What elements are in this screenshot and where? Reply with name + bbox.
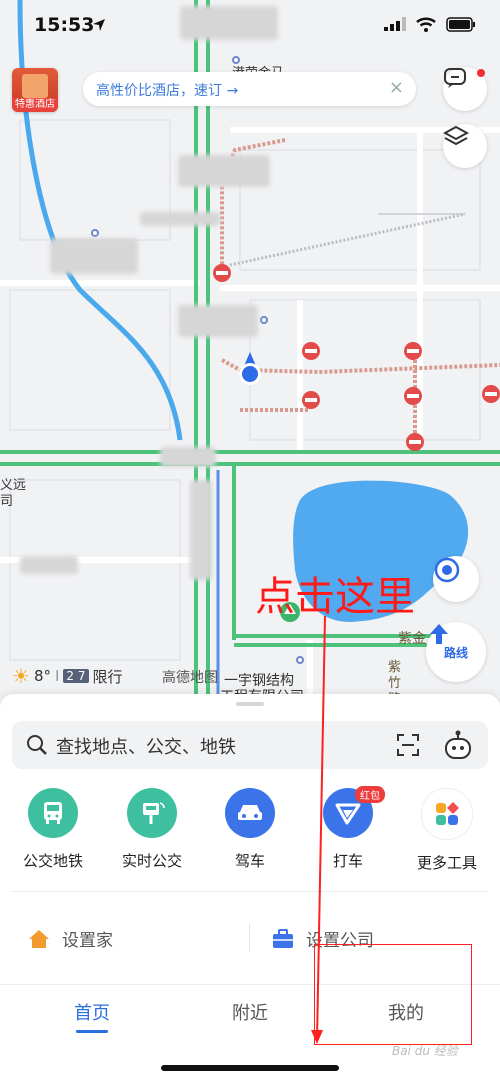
- route-label: 路线: [443, 645, 468, 660]
- drag-handle[interactable]: [236, 702, 264, 706]
- route-button[interactable]: 路线: [426, 622, 486, 682]
- hotel-badge-label: 特惠酒店: [12, 98, 58, 112]
- tool-grid: 公交地铁 实时公交 驾车 红包 打车 更多工具: [0, 786, 500, 878]
- location-arrow-icon: [93, 19, 105, 31]
- tool-transit[interactable]: 公交地铁: [8, 788, 98, 871]
- promo-text: 高性价比酒店，速订 →: [96, 83, 239, 99]
- temperature: 8°: [33, 667, 51, 685]
- map-label-zijin: 紫金: [398, 631, 426, 647]
- search-placeholder: 查找地点、公交、地铁: [56, 737, 236, 758]
- tool-realtime-bus[interactable]: 实时公交: [107, 788, 197, 871]
- search-icon: [27, 735, 47, 755]
- locate-icon: [434, 557, 460, 583]
- divider: [12, 891, 488, 892]
- feedback-button[interactable]: [443, 67, 487, 111]
- tool-label: 实时公交: [121, 852, 182, 870]
- blurred-label: [50, 238, 138, 274]
- layers-button[interactable]: [443, 124, 487, 168]
- red-packet-badge: 红包: [355, 786, 385, 803]
- promo-banner[interactable]: 高性价比酒店，速订 → ×: [83, 72, 416, 106]
- search-bar[interactable]: 查找地点、公交、地铁: [12, 721, 488, 769]
- home-icon: [29, 929, 49, 948]
- promo-close-icon[interactable]: ×: [389, 77, 404, 98]
- blurred-label: [140, 212, 220, 226]
- gaode-logo: 高德地图: [162, 670, 218, 686]
- separator: I: [54, 667, 60, 685]
- tool-label: 公交地铁: [22, 852, 83, 870]
- annotation-text: 点击这里: [255, 574, 415, 620]
- status-bar: 15:53: [0, 0, 500, 56]
- divider: [249, 924, 250, 952]
- blurred-label: [190, 480, 212, 580]
- locate-button[interactable]: [433, 556, 479, 602]
- map-label-si: 司: [0, 494, 14, 509]
- battery-icon: [446, 16, 475, 32]
- notification-dot: [477, 69, 485, 77]
- layers-icon: [443, 125, 469, 146]
- chat-icon: [444, 68, 466, 88]
- tool-more[interactable]: 更多工具: [402, 788, 492, 873]
- wifi-icon: [416, 17, 436, 32]
- tab-nearby[interactable]: 附近: [232, 999, 268, 1025]
- plate-limit-number: 2 7: [63, 669, 89, 683]
- set-home-button[interactable]: 设置家: [28, 926, 113, 951]
- hotel-icon: [22, 74, 48, 98]
- voice-assistant-icon[interactable]: [442, 729, 474, 761]
- status-time: 15:53: [34, 14, 95, 36]
- blurred-label: [160, 447, 216, 467]
- home-indicator: [161, 1065, 339, 1071]
- signal-icon: [384, 17, 406, 31]
- bus-icon: [28, 788, 78, 838]
- tab-home[interactable]: 首页: [74, 999, 110, 1033]
- sun-icon: ☀: [12, 664, 30, 688]
- annotation-box: [314, 944, 472, 1045]
- bus-stop-icon: [127, 788, 177, 838]
- weather-widget[interactable]: ☀ 8° I 2 7 限行: [12, 664, 123, 688]
- briefcase-icon: [273, 928, 293, 948]
- plate-limit-label: 限行: [92, 667, 123, 686]
- blurred-label: [178, 155, 270, 187]
- tool-label: 更多工具: [416, 854, 477, 872]
- tool-taxi[interactable]: 红包 打车: [303, 786, 393, 871]
- set-home-label: 设置家: [62, 931, 113, 951]
- apps-icon: [421, 788, 473, 840]
- blurred-label: [178, 305, 258, 337]
- scan-icon[interactable]: [396, 733, 420, 757]
- map-view[interactable]: 港荣金马 义远 司 一宇钢结构 工程有限公司 紫金 紫 竹 路 特惠酒店 高性价…: [0, 0, 500, 700]
- blurred-label: [20, 556, 78, 574]
- watermark: Bai du 经验: [392, 1044, 458, 1058]
- tool-label: 驾车: [234, 852, 265, 870]
- tool-drive[interactable]: 驾车: [205, 788, 295, 871]
- hotel-deal-badge[interactable]: 特惠酒店: [12, 68, 58, 112]
- tool-label: 打车: [332, 852, 363, 870]
- route-arrow-icon: [430, 624, 448, 644]
- car-icon: [225, 788, 275, 838]
